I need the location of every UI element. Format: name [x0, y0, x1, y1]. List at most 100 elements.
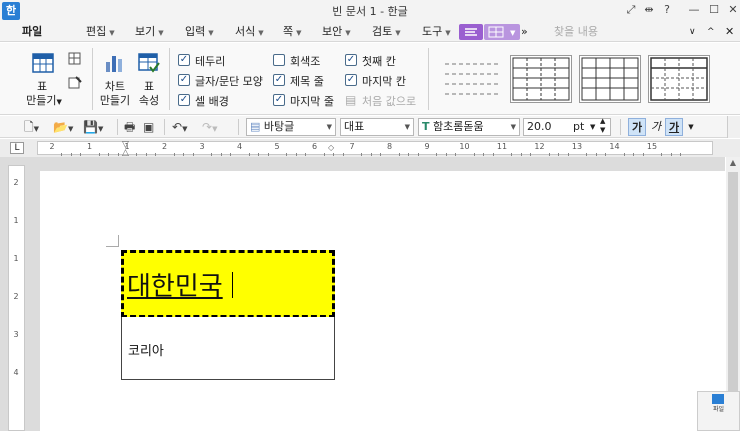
- close-window-button[interactable]: ✕: [724, 2, 740, 18]
- menu-insert[interactable]: 입력 ▼: [185, 22, 214, 42]
- table-create-icon[interactable]: [32, 52, 54, 77]
- help-button[interactable]: ?: [658, 2, 676, 18]
- chevron-down-icon: ▼: [33, 125, 40, 133]
- cell-brush-icon[interactable]: [68, 75, 82, 92]
- taskbar-thumbnail[interactable]: 파일: [697, 391, 740, 431]
- cell-bg-checkbox[interactable]: ✓: [178, 94, 190, 106]
- menu-view[interactable]: 보기 ▼: [135, 22, 164, 42]
- page-corner-mark: [106, 246, 118, 247]
- menu-label: 편집: [86, 25, 107, 38]
- indent-marker-icon[interactable]: ▽ △: [122, 141, 129, 158]
- menu-review[interactable]: 검토 ▼: [372, 22, 401, 42]
- ruler-tick: [670, 153, 672, 156]
- ruler-tick: [567, 153, 569, 156]
- language-select[interactable]: 대표 ▼: [340, 118, 414, 136]
- text-caret: [232, 272, 233, 298]
- ruler-tick: [136, 153, 138, 156]
- table-design-tab-icon[interactable]: [459, 24, 483, 40]
- reset-to-default-button[interactable]: 처음 값으로: [362, 93, 416, 109]
- maximize-button[interactable]: ☐: [705, 2, 723, 18]
- ruler-tick: [380, 153, 382, 156]
- char-para-checkbox[interactable]: ✓: [178, 74, 190, 86]
- border-checkbox[interactable]: ✓: [178, 54, 190, 66]
- chevron-down-icon: ▼: [56, 98, 62, 106]
- grayscale-checkbox[interactable]: [273, 54, 285, 66]
- font-size-input[interactable]: 20.0 pt ▼ ▲ ▼: [523, 117, 611, 136]
- ruler-number: 1: [13, 216, 19, 225]
- last-row-checkbox[interactable]: ✓: [273, 94, 285, 106]
- close-doc-button[interactable]: ✕: [725, 22, 734, 42]
- split-view-icon[interactable]: ⇹: [640, 2, 658, 18]
- last-col-checkbox-label: 마지막 칸: [362, 75, 406, 88]
- table-create-label[interactable]: 표: [22, 80, 62, 94]
- tab-type-icon[interactable]: L: [10, 142, 24, 154]
- print-icon[interactable]: 🖶: [124, 119, 135, 135]
- undo-icon[interactable]: ↶▼: [172, 119, 187, 135]
- open-folder-icon[interactable]: 📂▼: [53, 119, 73, 135]
- ruler-tick: [173, 153, 175, 156]
- collapse-ribbon-icon[interactable]: ^: [707, 22, 715, 42]
- italic-button[interactable]: 가: [647, 118, 665, 136]
- chart-create-label[interactable]: 차트: [96, 80, 134, 94]
- paragraph-style-select[interactable]: ▤ 바탕글 ▼: [246, 118, 336, 136]
- table-style-2[interactable]: [579, 55, 641, 103]
- ruler-tick: [145, 153, 147, 156]
- menu-file[interactable]: 파일: [22, 22, 42, 42]
- chevron-down-icon[interactable]: ∨: [689, 22, 696, 42]
- first-col-checkbox-label: 첫째 칸: [362, 55, 396, 68]
- save-icon[interactable]: 💾▼: [83, 119, 103, 135]
- menu-edit[interactable]: 편집 ▼: [86, 22, 115, 42]
- underline-button[interactable]: 가: [665, 118, 683, 136]
- table-create-dropdown[interactable]: 만들기▼: [22, 94, 66, 109]
- ruler-number: 1: [13, 254, 19, 263]
- print-preview-icon[interactable]: ▣: [143, 119, 154, 135]
- chevron-down-icon: ▼: [404, 123, 410, 131]
- first-col-checkbox[interactable]: ✓: [345, 54, 357, 66]
- cell-edit-icon[interactable]: [68, 52, 82, 69]
- menu-page[interactable]: 쪽 ▼: [283, 22, 302, 42]
- ruler-tick: [633, 153, 635, 156]
- chart-icon[interactable]: [104, 52, 126, 77]
- ruler-tick: [286, 153, 288, 156]
- font-select[interactable]: T 함초롬돋움 ▼: [418, 118, 520, 136]
- menu-tools[interactable]: 도구 ▼: [422, 22, 451, 42]
- chart-create-label-2[interactable]: 만들기: [96, 94, 134, 108]
- size-stepper-icon[interactable]: ▲ ▼: [600, 117, 605, 135]
- ruler-tick: [80, 153, 82, 156]
- font-size-unit: pt: [573, 120, 585, 133]
- fullscreen-icon[interactable]: ⤢: [622, 2, 640, 18]
- table-style-3[interactable]: [648, 55, 710, 103]
- more-menus-button[interactable]: »: [521, 22, 528, 42]
- header-row-checkbox[interactable]: ✓: [273, 74, 285, 86]
- chevron-down-icon: ▼: [258, 29, 264, 37]
- right-margin-marker-icon[interactable]: ◇: [328, 143, 334, 152]
- table-properties-icon[interactable]: [138, 52, 160, 77]
- table-layout-tab-icon[interactable]: ▼: [484, 24, 520, 40]
- scroll-up-icon[interactable]: ▲: [727, 158, 739, 170]
- ruler-tick: [342, 153, 344, 156]
- ruler-tick: [61, 153, 63, 156]
- header-row-checkbox-label: 제목 줄: [290, 75, 324, 88]
- new-document-icon[interactable]: 🗋▼: [24, 119, 39, 135]
- bold-button[interactable]: 가: [628, 118, 646, 136]
- table-style-1[interactable]: [510, 55, 572, 103]
- document-body-text[interactable]: 코리아: [128, 340, 164, 359]
- ruler-tick: [605, 153, 607, 156]
- table-style-none[interactable]: [441, 55, 503, 103]
- menu-format[interactable]: 서식 ▼: [235, 22, 264, 42]
- ruler-number: 15: [646, 142, 658, 151]
- table-props-label-2[interactable]: 속성: [134, 94, 164, 108]
- last-col-checkbox[interactable]: ✓: [345, 74, 357, 86]
- ruler-number: 10: [459, 142, 470, 151]
- minimize-button[interactable]: —: [685, 2, 703, 18]
- document-heading[interactable]: 대한민국: [127, 266, 223, 303]
- menu-label: 쪽: [283, 25, 294, 38]
- search-input[interactable]: 찾을 내용: [554, 22, 598, 42]
- scrollbar-thumb[interactable]: [728, 172, 738, 422]
- ruler-tick: [192, 153, 194, 156]
- toolbar-overflow-icon[interactable]: [727, 116, 740, 138]
- redo-icon[interactable]: ↷▼: [202, 119, 217, 135]
- menu-security[interactable]: 보안 ▼: [322, 22, 351, 42]
- table-props-label[interactable]: 표: [134, 80, 164, 94]
- chevron-down-icon[interactable]: ▼: [682, 118, 700, 136]
